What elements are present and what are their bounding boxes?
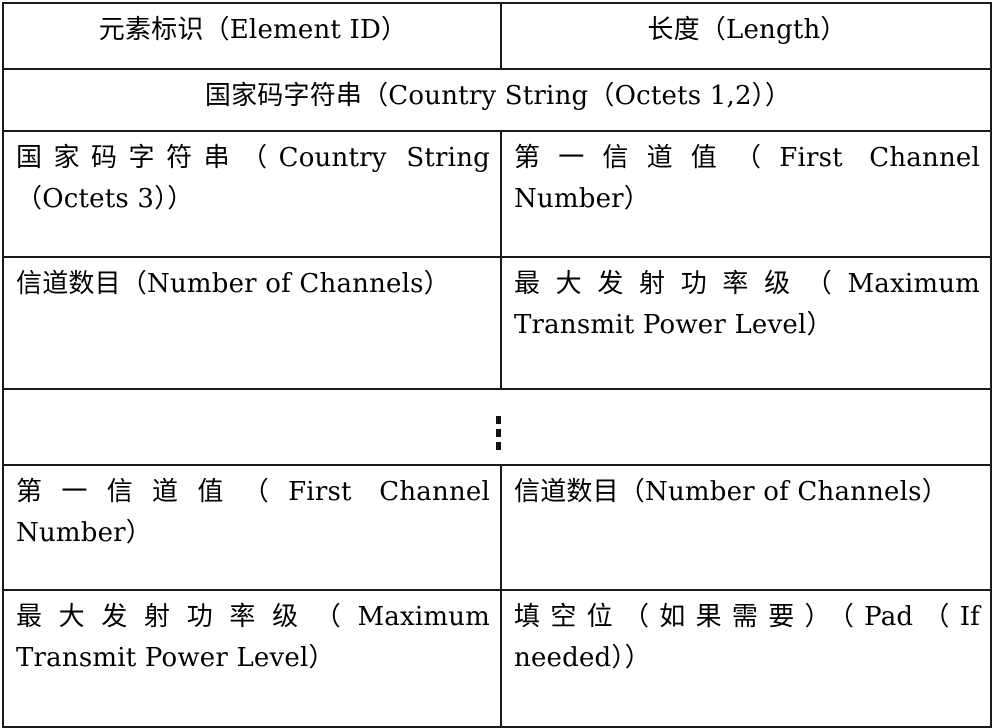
- cell-text-line-2: needed））: [514, 643, 651, 674]
- document-page: 元素标识（Element ID） 长度（Length） 国家码字符串（Count…: [0, 0, 1000, 728]
- cell-number-of-channels-repeat: 信道数目（Number of Channels）: [500, 464, 992, 591]
- table-row: 最大发射功率级（Maximum Transmit Power Level） 填空…: [2, 589, 992, 728]
- cell-text-line-1: 最大发射功率级（Maximum: [514, 269, 980, 299]
- table-row: 国家码字符串（Country String （Octets 3）） 第一信道值（…: [2, 130, 992, 258]
- table-row: 元素标识（Element ID） 长度（Length）: [2, 2, 992, 70]
- cell-text-line-1: 填空位（如果需要）（Pad（If: [514, 602, 980, 632]
- cell-first-channel-number: 第一信道值（First Channel Number）: [500, 130, 992, 258]
- table-row: 信道数目（Number of Channels） 最大发射功率级（Maximum…: [2, 256, 992, 390]
- cell-text-line-1: 第一信道值（First Channel: [16, 477, 490, 507]
- cell-text-line-1: 信道数目（Number of Channels）: [514, 477, 948, 507]
- vertical-ellipsis-icon: [495, 416, 501, 450]
- cell-text-line-2: （Octets 3））: [16, 184, 194, 215]
- cell-text-line-2: Transmit Power Level）: [16, 643, 335, 674]
- cell-length: 长度（Length）: [500, 2, 992, 70]
- cell-text: 元素标识（Element ID）: [98, 15, 408, 45]
- cell-pad-if-needed: 填空位（如果需要）（Pad（If needed））: [500, 589, 992, 728]
- table-row: 第一信道值（First Channel Number） 信道数目（Number …: [2, 464, 992, 591]
- cell-continuation: [2, 388, 992, 466]
- cell-element-id: 元素标识（Element ID）: [2, 2, 502, 70]
- cell-text-line-2: Number）: [16, 518, 153, 549]
- cell-text-line-1: 信道数目（Number of Channels）: [16, 269, 450, 299]
- cell-text-line-2: Number）: [514, 184, 651, 215]
- cell-country-string-octets-1-2: 国家码字符串（Country String（Octets 1,2））: [2, 68, 992, 132]
- cell-text-line-2: Transmit Power Level）: [514, 310, 833, 341]
- cell-text-line-1: 最大发射功率级（Maximum: [16, 602, 490, 632]
- cell-number-of-channels: 信道数目（Number of Channels）: [2, 256, 502, 390]
- cell-maximum-transmit-power-level: 最大发射功率级（Maximum Transmit Power Level）: [500, 256, 992, 390]
- cell-first-channel-number-repeat: 第一信道值（First Channel Number）: [2, 464, 502, 591]
- table-row: [2, 388, 992, 466]
- cell-text: 国家码字符串（Country String（Octets 1,2））: [204, 81, 792, 111]
- cell-text-line-1: 第一信道值（First Channel: [514, 143, 980, 173]
- country-information-element-table: 元素标识（Element ID） 长度（Length） 国家码字符串（Count…: [2, 2, 992, 728]
- table-row: 国家码字符串（Country String（Octets 1,2））: [2, 68, 992, 132]
- cell-text-line-1: 国家码字符串（Country String: [16, 143, 490, 173]
- cell-maximum-transmit-power-level-repeat: 最大发射功率级（Maximum Transmit Power Level）: [2, 589, 502, 728]
- cell-text: 长度（Length）: [647, 15, 847, 45]
- cell-country-string-octet-3: 国家码字符串（Country String （Octets 3））: [2, 130, 502, 258]
